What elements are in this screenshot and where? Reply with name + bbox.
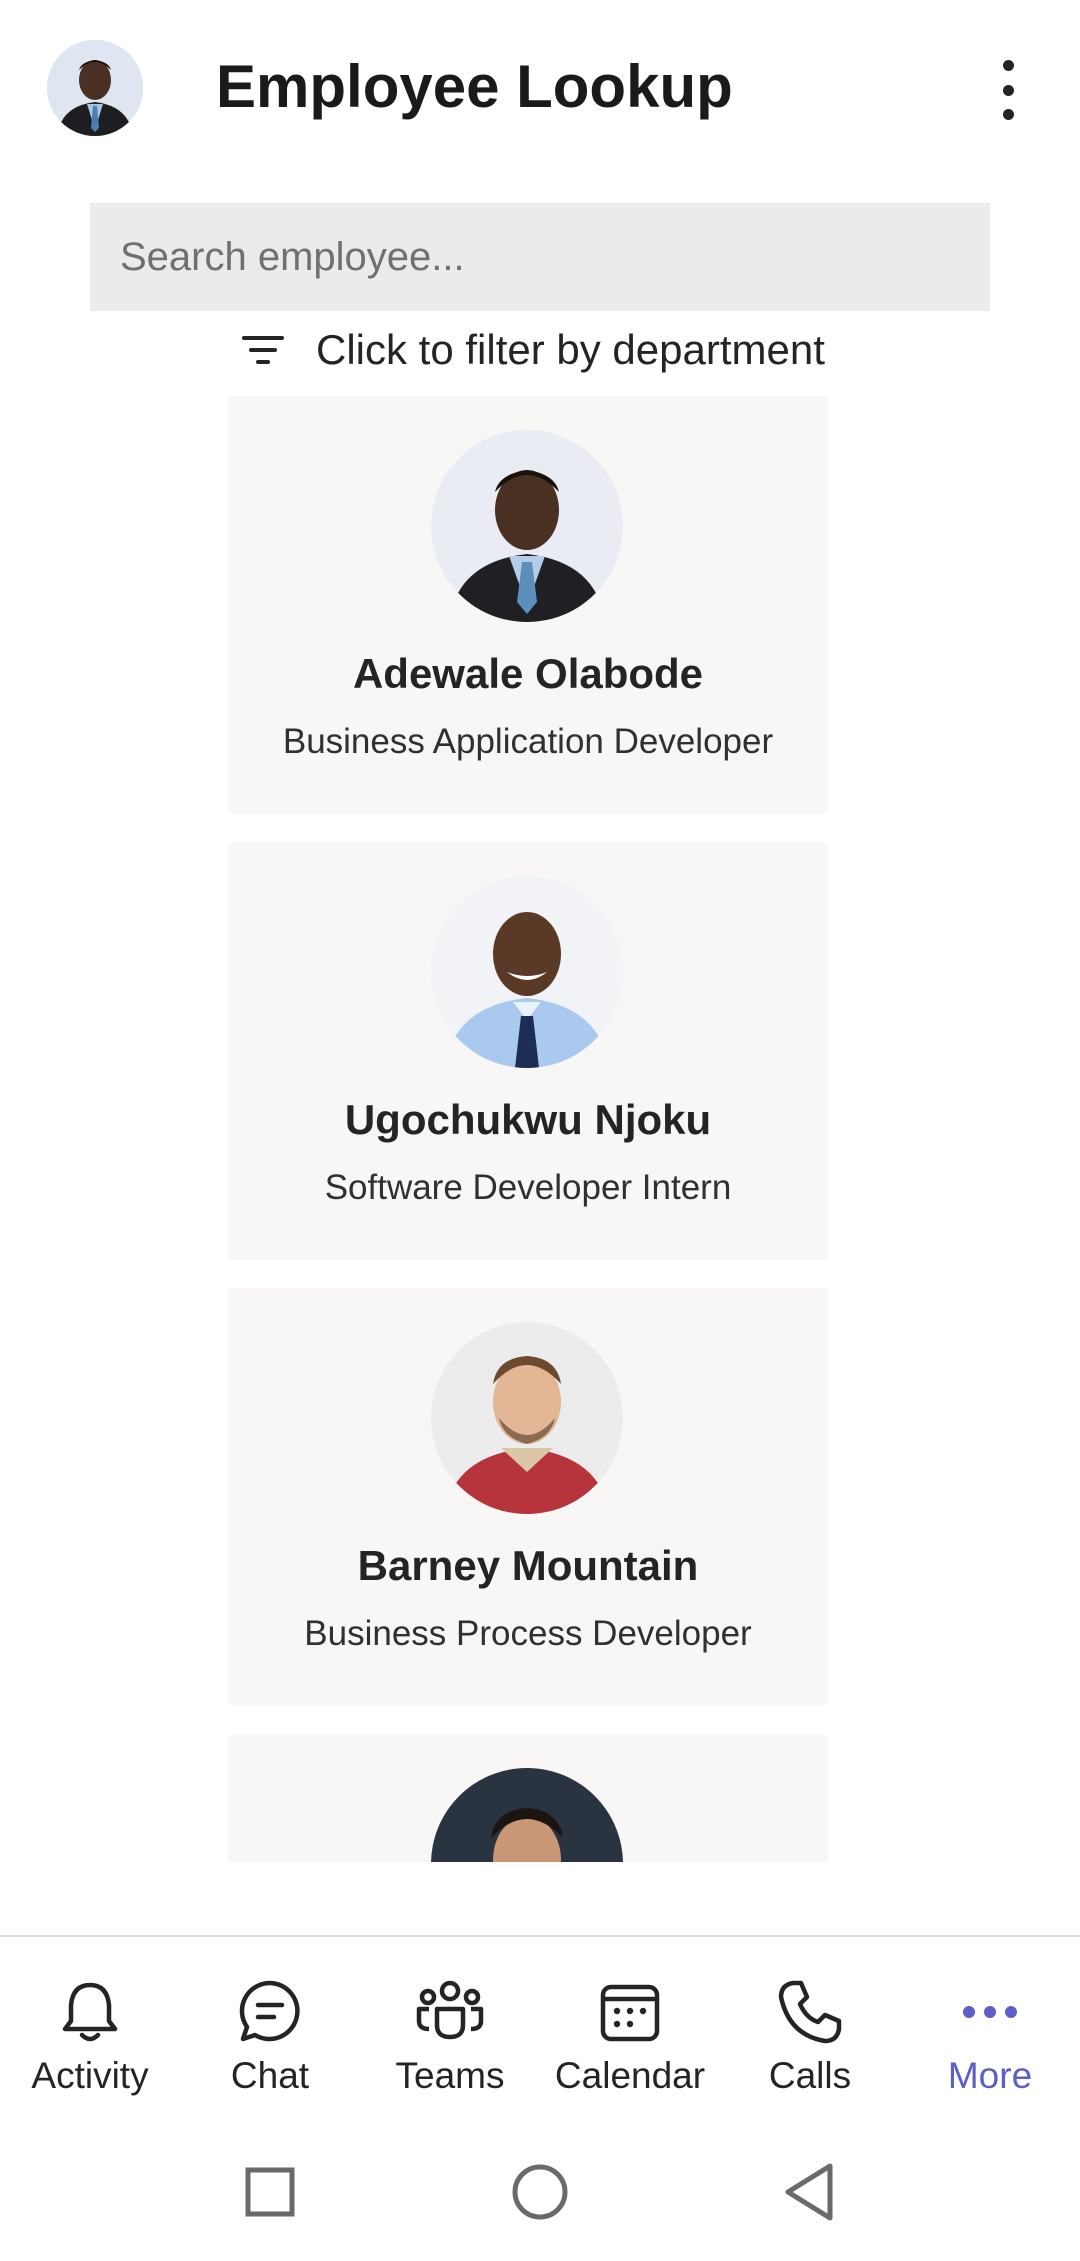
- employee-photo: [431, 430, 623, 622]
- nav-calendar[interactable]: Calendar: [540, 1937, 720, 2122]
- system-navigation-bar: [0, 2120, 1080, 2261]
- employee-title: Business Process Developer: [304, 1614, 752, 1653]
- employee-name: Barney Mountain: [357, 1542, 699, 1589]
- user-avatar[interactable]: [47, 40, 143, 136]
- employee-name: Ugochukwu Njoku: [344, 1096, 712, 1143]
- employee-card[interactable]: Adewale Olabode Business Application Dev…: [228, 396, 828, 814]
- nav-more[interactable]: More: [900, 1937, 1080, 2122]
- avatar-photo-icon: [47, 40, 143, 136]
- nav-label: Teams: [395, 2055, 505, 2096]
- employee-title: Business Application Developer: [282, 722, 774, 761]
- app-root: Employee Lookup Click to filter by depar…: [0, 0, 1080, 2261]
- more-options-icon[interactable]: [990, 60, 1026, 120]
- employee-photo-icon: [431, 1322, 623, 1514]
- employee-name: Adewale Olabode: [352, 650, 704, 697]
- chat-icon: [239, 1980, 300, 2042]
- employee-photo: [431, 1322, 623, 1514]
- employee-card[interactable]: Ugochukwu Njoku Software Developer Inter…: [228, 842, 828, 1260]
- employee-photo: [431, 1768, 623, 1862]
- nav-label: More: [947, 2055, 1033, 2096]
- app-header: Employee Lookup: [0, 0, 1080, 180]
- filter-icon: [242, 336, 284, 364]
- department-filter-button[interactable]: Click to filter by department: [240, 320, 825, 380]
- nav-label: Calendar: [554, 2055, 706, 2096]
- nav-chat[interactable]: Chat: [180, 1937, 360, 2122]
- nav-label: Calls: [768, 2055, 852, 2096]
- bottom-navigation: Activity Chat Teams Calendar Calls More: [0, 1935, 1080, 2122]
- employee-photo: [431, 876, 623, 1068]
- back-icon[interactable]: [770, 2152, 850, 2232]
- employee-photo-icon: [431, 1768, 623, 1862]
- more-icon: [963, 2006, 1017, 2018]
- nav-label: Chat: [230, 2055, 310, 2096]
- teams-icon: [416, 1980, 484, 2040]
- phone-icon: [778, 1980, 842, 2044]
- nav-calls[interactable]: Calls: [720, 1937, 900, 2122]
- employee-title: Software Developer Intern: [324, 1168, 732, 1207]
- employee-card[interactable]: [228, 1734, 828, 1862]
- page-title: Employee Lookup: [216, 53, 733, 120]
- nav-activity[interactable]: Activity: [0, 1937, 180, 2122]
- calendar-icon: [600, 1984, 660, 2042]
- employee-list[interactable]: Adewale Olabode Business Application Dev…: [228, 396, 828, 1862]
- search-input[interactable]: [90, 203, 990, 311]
- nav-label: Activity: [31, 2055, 149, 2096]
- recent-apps-icon[interactable]: [230, 2152, 310, 2232]
- filter-label: Click to filter by department: [316, 326, 825, 373]
- employee-photo-icon: [431, 430, 623, 622]
- employee-photo-icon: [431, 876, 623, 1068]
- nav-teams[interactable]: Teams: [360, 1937, 540, 2122]
- bell-icon: [62, 1982, 118, 2042]
- home-icon[interactable]: [500, 2152, 580, 2232]
- employee-card[interactable]: Barney Mountain Business Process Develop…: [228, 1288, 828, 1706]
